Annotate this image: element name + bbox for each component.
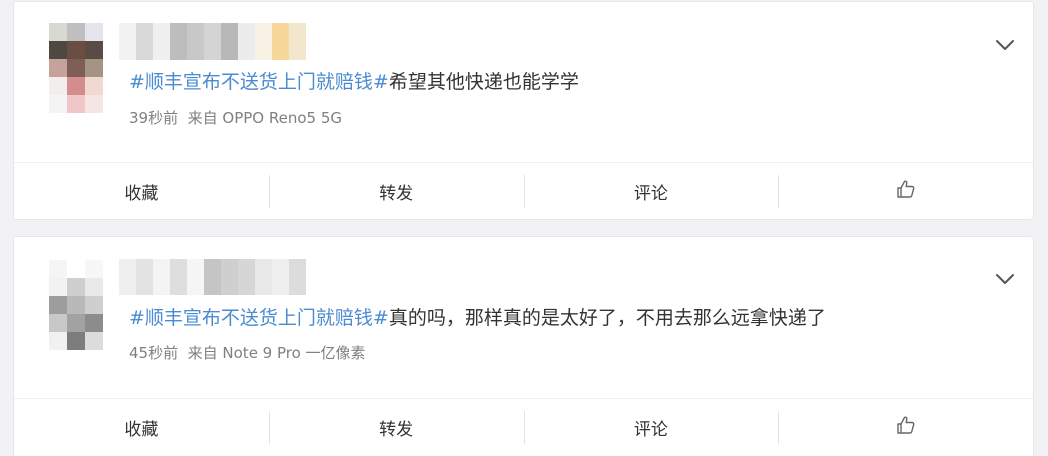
avatar-pixel bbox=[49, 296, 67, 314]
username-blur-block bbox=[187, 259, 204, 295]
avatar[interactable] bbox=[49, 23, 103, 113]
post-actions: 收藏 转发 评论 bbox=[14, 162, 1033, 220]
avatar-pixel bbox=[85, 278, 103, 296]
post-time[interactable]: 39秒前 bbox=[129, 109, 178, 127]
username-blur-block bbox=[272, 259, 289, 295]
favorite-label: 收藏 bbox=[124, 184, 159, 204]
thumbs-up-icon bbox=[896, 415, 916, 440]
avatar-pixel bbox=[85, 23, 103, 41]
post-meta: 45秒前 来自 Note 9 Pro 一亿像素 bbox=[129, 343, 366, 363]
avatar-pixel bbox=[67, 59, 85, 77]
username-blur-block bbox=[255, 259, 272, 295]
username-blur-block bbox=[255, 23, 272, 60]
avatar-pixel bbox=[85, 296, 103, 314]
post-body: 希望其他快递也能学学 bbox=[388, 71, 579, 93]
avatar-pixel bbox=[67, 278, 85, 296]
username-blur-block bbox=[170, 23, 187, 60]
username-blur-block bbox=[136, 259, 153, 295]
avatar-pixel bbox=[85, 59, 103, 77]
post-time[interactable]: 45秒前 bbox=[129, 344, 178, 362]
avatar-pixel bbox=[49, 314, 67, 332]
like-button[interactable] bbox=[778, 163, 1033, 220]
username-blur-block bbox=[119, 259, 136, 295]
chevron-down-icon[interactable] bbox=[993, 267, 1017, 291]
avatar-pixel bbox=[85, 314, 103, 332]
username-blur-block bbox=[289, 259, 306, 295]
avatar-pixel bbox=[67, 23, 85, 41]
username-blur-block bbox=[221, 23, 238, 60]
username-blur-block bbox=[289, 23, 306, 60]
avatar-pixel bbox=[49, 332, 67, 350]
comment-label: 评论 bbox=[633, 184, 668, 204]
post-card: #顺丰宣布不送货上门就赔钱#希望其他快递也能学学 39秒前 来自 OPPO Re… bbox=[13, 1, 1034, 220]
username-blur-block bbox=[187, 23, 204, 60]
avatar-pixel bbox=[49, 278, 67, 296]
avatar-pixel bbox=[67, 314, 85, 332]
username-blurred[interactable] bbox=[119, 259, 306, 295]
post-card: #顺丰宣布不送货上门就赔钱#真的吗，那样真的是太好了，不用去那么远拿快递了 45… bbox=[13, 236, 1034, 456]
comment-button[interactable]: 评论 bbox=[523, 399, 779, 456]
avatar-pixel bbox=[67, 77, 85, 95]
avatar-pixel bbox=[49, 59, 67, 77]
post-source: 来自 OPPO Reno5 5G bbox=[187, 109, 343, 127]
post-source: 来自 Note 9 Pro 一亿像素 bbox=[187, 344, 366, 362]
avatar-pixel bbox=[49, 77, 67, 95]
avatar-pixel bbox=[49, 41, 67, 59]
username-blur-block bbox=[221, 259, 238, 295]
avatar-pixel bbox=[85, 41, 103, 59]
avatar-pixel bbox=[85, 95, 103, 113]
like-button[interactable] bbox=[778, 399, 1033, 456]
username-blur-block bbox=[238, 23, 255, 60]
avatar-pixel bbox=[85, 260, 103, 278]
weibo-feed: #顺丰宣布不送货上门就赔钱#希望其他快递也能学学 39秒前 来自 OPPO Re… bbox=[0, 0, 1048, 456]
avatar-pixel bbox=[67, 95, 85, 113]
repost-label: 转发 bbox=[379, 184, 414, 204]
avatar-pixel bbox=[67, 296, 85, 314]
avatar[interactable] bbox=[49, 260, 103, 350]
username-blur-block bbox=[204, 23, 221, 60]
avatar-pixel bbox=[67, 41, 85, 59]
repost-button[interactable]: 转发 bbox=[268, 399, 524, 456]
username-blur-block bbox=[272, 23, 289, 60]
username-blur-block bbox=[238, 259, 255, 295]
username-blurred[interactable] bbox=[119, 23, 306, 60]
avatar-pixel bbox=[85, 332, 103, 350]
avatar-pixel bbox=[67, 332, 85, 350]
comment-label: 评论 bbox=[633, 420, 668, 440]
post-text: #顺丰宣布不送货上门就赔钱#希望其他快递也能学学 bbox=[129, 69, 579, 95]
avatar-pixel bbox=[49, 23, 67, 41]
username-blur-block bbox=[153, 259, 170, 295]
post-text: #顺丰宣布不送货上门就赔钱#真的吗，那样真的是太好了，不用去那么远拿快递了 bbox=[129, 305, 826, 331]
username-blur-block bbox=[204, 259, 221, 295]
username-blur-block bbox=[119, 23, 136, 60]
topic-link[interactable]: #顺丰宣布不送货上门就赔钱# bbox=[129, 307, 389, 329]
avatar-pixel bbox=[49, 95, 67, 113]
favorite-label: 收藏 bbox=[124, 420, 159, 440]
avatar-pixel bbox=[85, 77, 103, 95]
username-blur-block bbox=[153, 23, 170, 60]
comment-button[interactable]: 评论 bbox=[523, 163, 779, 220]
favorite-button[interactable]: 收藏 bbox=[14, 399, 269, 456]
post-actions: 收藏 转发 评论 bbox=[14, 398, 1033, 456]
favorite-button[interactable]: 收藏 bbox=[14, 163, 269, 220]
post-meta: 39秒前 来自 OPPO Reno5 5G bbox=[129, 108, 342, 128]
username-blur-block bbox=[170, 259, 187, 295]
repost-button[interactable]: 转发 bbox=[268, 163, 524, 220]
topic-link[interactable]: #顺丰宣布不送货上门就赔钱# bbox=[129, 71, 389, 93]
avatar-pixel bbox=[49, 260, 67, 278]
thumbs-up-icon bbox=[896, 179, 916, 204]
post-body: 真的吗，那样真的是太好了，不用去那么远拿快递了 bbox=[388, 307, 826, 329]
chevron-down-icon[interactable] bbox=[993, 33, 1017, 57]
username-blur-block bbox=[136, 23, 153, 60]
avatar-pixel bbox=[67, 260, 85, 278]
repost-label: 转发 bbox=[379, 420, 414, 440]
